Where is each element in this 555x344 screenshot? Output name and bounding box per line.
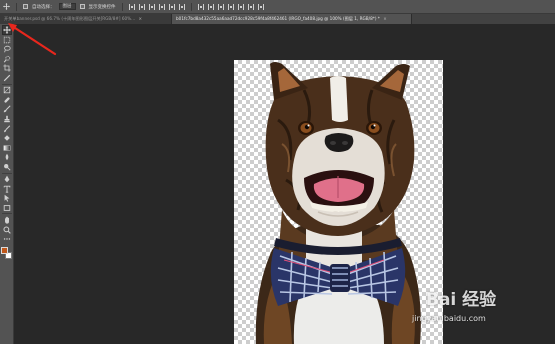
auto-select-label: 自动选择： xyxy=(32,4,55,10)
distribute-top-icon[interactable] xyxy=(197,3,204,10)
auto-select-checkbox[interactable] xyxy=(23,4,28,9)
show-transform-label: 显示变换控件 xyxy=(88,4,116,10)
type-tool-icon[interactable] xyxy=(3,185,11,193)
dodge-tool-icon[interactable] xyxy=(3,163,11,171)
distribute-middle-icon[interactable] xyxy=(207,3,214,10)
more-tools-icon[interactable] xyxy=(3,235,11,243)
distribute-right-icon[interactable] xyxy=(247,3,254,10)
distribute-center-icon[interactable] xyxy=(237,3,244,10)
toolbar-separator xyxy=(1,213,12,215)
align-left-icon[interactable] xyxy=(158,3,165,10)
separator xyxy=(190,2,192,11)
show-transform-checkbox[interactable] xyxy=(79,4,85,9)
baidu-watermark: Bai 经验 jingyan.baidu.com xyxy=(412,283,552,333)
healing-brush-tool-icon[interactable] xyxy=(3,96,11,104)
zoom-tool-icon[interactable] xyxy=(2,226,11,234)
pen-tool-icon[interactable] xyxy=(3,175,11,183)
toolbar-separator xyxy=(1,83,12,85)
clone-stamp-tool-icon[interactable] xyxy=(3,115,11,123)
frame-tool-icon[interactable] xyxy=(3,86,11,94)
tab-label: b01fc7bd8a432c55aa6aad72dcc928c59f4a8f46… xyxy=(176,16,380,21)
foreground-color-swatch[interactable] xyxy=(0,246,8,254)
align-middle-icon[interactable] xyxy=(138,3,145,10)
rectangle-tool-icon[interactable] xyxy=(3,204,11,212)
watermark-url: jingyan.baidu.com xyxy=(412,314,486,323)
distribute-left-icon[interactable] xyxy=(227,3,234,10)
distribute-bottom-icon[interactable] xyxy=(217,3,224,10)
separator xyxy=(16,2,17,11)
move-tool-options-icon[interactable] xyxy=(3,3,10,10)
annotation-arrow xyxy=(8,23,57,56)
auto-select-dropdown[interactable]: 图层 xyxy=(58,3,76,10)
history-brush-tool-icon[interactable] xyxy=(3,124,11,133)
blur-tool-icon[interactable] xyxy=(3,153,11,161)
eyedropper-tool-icon[interactable] xyxy=(3,74,11,82)
baidu-jingyan-logo: Bai 经验 xyxy=(426,290,497,310)
document-tab-bar: 开关单banner.psd @ 66.7% (十周年图形图层开关[RGB/8#]… xyxy=(0,14,555,24)
align-center-icon[interactable] xyxy=(168,3,175,10)
brush-tool-icon[interactable] xyxy=(3,105,11,113)
auto-align-icon[interactable] xyxy=(257,3,264,10)
eraser-tool-icon[interactable] xyxy=(3,134,11,142)
crop-tool-icon[interactable] xyxy=(2,64,11,72)
tab-document-2[interactable]: b01fc7bd8a432c55aa6aad72dcc928c59f4a8f46… xyxy=(172,14,412,24)
separator xyxy=(121,2,123,11)
gradient-tool-icon[interactable] xyxy=(3,144,11,152)
toolbar-separator xyxy=(1,172,12,174)
tools-panel xyxy=(0,24,14,344)
align-bottom-icon[interactable] xyxy=(148,3,155,10)
align-right-icon[interactable] xyxy=(178,3,185,10)
hand-tool-icon[interactable] xyxy=(3,216,11,224)
color-swatches xyxy=(0,246,13,261)
tab-close-icon[interactable]: × xyxy=(383,16,387,21)
path-select-tool-icon[interactable] xyxy=(3,194,11,202)
options-bar: 自动选择： 图层 显示变换控件 xyxy=(0,0,555,14)
align-top-icon[interactable] xyxy=(128,3,135,10)
tab-close-icon[interactable]: × xyxy=(139,16,143,21)
